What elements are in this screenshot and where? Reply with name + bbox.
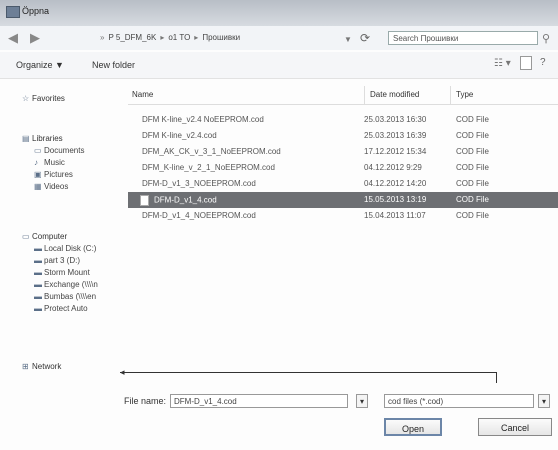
- file-row-selected[interactable]: DFM-D_v1_4.cod 15.05.2013 13:19 COD File: [128, 192, 558, 208]
- nav-favorites[interactable]: ☆ Favorites: [22, 94, 65, 103]
- network-drive-icon: ▬: [34, 268, 42, 277]
- file-name: DFM K-line_v2.4.cod: [142, 131, 217, 140]
- file-type: COD File: [456, 115, 489, 124]
- file-type: COD File: [456, 211, 489, 220]
- drive-icon: ▬: [34, 244, 42, 253]
- document-icon: ▭: [34, 146, 42, 155]
- network-drive-icon: ▬: [34, 292, 42, 301]
- column-header-type[interactable]: Type: [456, 90, 473, 99]
- filename-dropdown-icon[interactable]: ▾: [356, 394, 368, 408]
- nav-network[interactable]: ⊞ Network: [22, 362, 61, 371]
- file-list: Name Date modified Type DFM K-line_v2.4 …: [128, 86, 558, 372]
- file-date: 17.12.2012 15:34: [364, 147, 427, 156]
- file-type: COD File: [456, 179, 489, 188]
- file-name: DFM_K-line_v_2_1_NoEEPROM.cod: [142, 163, 275, 172]
- filetype-dropdown-icon[interactable]: ▾: [538, 394, 550, 408]
- preview-pane-icon[interactable]: [520, 56, 532, 70]
- file-date: 04.12.2012 14:20: [364, 179, 427, 188]
- dialog-footer: File name: DFM-D_v1_4.cod ▾ cod files (*…: [0, 392, 558, 450]
- back-arrow-icon[interactable]: ◀: [8, 30, 18, 46]
- column-header-name[interactable]: Name: [132, 90, 153, 99]
- nav-library-documents[interactable]: ▭ Documents: [34, 146, 84, 155]
- file-name: DFM-D_v1_4_NOEEPROM.cod: [142, 211, 256, 220]
- drive-icon: ▬: [34, 256, 42, 265]
- file-row[interactable]: DFM K-line_v2.4.cod 25.03.2013 16:39 COD…: [128, 128, 558, 144]
- network-drive-icon: ▬: [34, 280, 42, 289]
- file-name: DFM_AK_CK_v_3_1_NoEEPROM.cod: [142, 147, 281, 156]
- folder-open-icon: [6, 6, 20, 18]
- nav-drive[interactable]: ▬ Storm Mount: [34, 268, 90, 277]
- search-input[interactable]: Search Прошивки: [388, 31, 538, 45]
- help-icon[interactable]: ?: [540, 57, 546, 68]
- file-name: DFM-D_v1_4.cod: [140, 195, 217, 206]
- filetype-select[interactable]: cod files (*.cod): [384, 394, 534, 408]
- music-icon: ♪: [34, 158, 38, 167]
- file-icon: [140, 195, 149, 206]
- filename-label: File name:: [124, 396, 167, 406]
- horizontal-scrollbar[interactable]: ◂: [120, 367, 497, 383]
- file-row[interactable]: DFM-D_v1_4_NOEEPROM.cod 15.04.2013 11:07…: [128, 208, 558, 224]
- nav-library-videos[interactable]: ▦ Videos: [34, 182, 68, 191]
- file-row[interactable]: DFM K-line_v2.4 NoEEPROM.cod 25.03.2013 …: [128, 112, 558, 128]
- column-header-date[interactable]: Date modified: [370, 90, 419, 99]
- nav-library-music[interactable]: ♪ Music: [34, 158, 65, 167]
- views-icon[interactable]: ☷ ▾: [494, 58, 511, 69]
- open-button[interactable]: Open: [384, 418, 442, 436]
- breadcrumb-item[interactable]: P 5_DFM_6K: [108, 33, 156, 42]
- picture-icon: ▣: [34, 170, 42, 179]
- file-row[interactable]: DFM-D_v1_3_NOEEPROM.cod 04.12.2012 14:20…: [128, 176, 558, 192]
- forward-arrow-icon[interactable]: ▶: [30, 30, 40, 46]
- file-date: 15.05.2013 13:19: [364, 195, 427, 204]
- search-icon[interactable]: ⚲: [542, 32, 550, 45]
- network-icon: ⊞: [22, 362, 29, 371]
- nav-libraries[interactable]: ▤ Libraries: [22, 134, 63, 143]
- file-row[interactable]: DFM_K-line_v_2_1_NoEEPROM.cod 04.12.2012…: [128, 160, 558, 176]
- refresh-icon[interactable]: ⟳: [360, 31, 370, 45]
- filename-input[interactable]: DFM-D_v1_4.cod: [170, 394, 348, 408]
- breadcrumb-item[interactable]: Прошивки: [202, 33, 240, 42]
- file-date: 25.03.2013 16:39: [364, 131, 427, 140]
- nav-drive[interactable]: ▬ Protect Auto: [34, 304, 88, 313]
- window-title: Öppna: [22, 6, 50, 16]
- file-date: 25.03.2013 16:30: [364, 115, 427, 124]
- organize-button[interactable]: Organize ▼: [16, 60, 64, 70]
- file-type: COD File: [456, 195, 489, 204]
- file-list-header: Name Date modified Type: [128, 86, 558, 105]
- file-type: COD File: [456, 131, 489, 140]
- file-row[interactable]: DFM_AK_CK_v_3_1_NoEEPROM.cod 17.12.2012 …: [128, 144, 558, 160]
- breadcrumb-item[interactable]: o1 TO: [168, 33, 190, 42]
- video-icon: ▦: [34, 182, 42, 191]
- address-row: ◀ ▶ » P 5_DFM_6K ▸ o1 TO ▸ Прошивки ▼ ⟳ Searc…: [0, 26, 558, 50]
- breadcrumb[interactable]: » P 5_DFM_6K ▸ o1 TO ▸ Прошивки: [96, 31, 352, 45]
- file-name: DFM-D_v1_3_NOEEPROM.cod: [142, 179, 256, 188]
- file-type: COD File: [456, 147, 489, 156]
- new-folder-button[interactable]: New folder: [92, 60, 135, 70]
- star-icon: ☆: [22, 94, 30, 103]
- library-icon: ▤: [22, 134, 30, 143]
- scroll-left-icon[interactable]: ◂: [120, 367, 125, 378]
- nav-drive[interactable]: ▬ part 3 (D:): [34, 256, 80, 265]
- address-dropdown-icon[interactable]: ▼: [344, 35, 352, 44]
- nav-library-pictures[interactable]: ▣ Pictures: [34, 170, 73, 179]
- title-bar: Öppna: [0, 0, 558, 26]
- command-bar: Organize ▼ New folder ☷ ▾ ?: [0, 52, 558, 79]
- nav-computer[interactable]: ▭ Computer: [22, 232, 67, 241]
- file-date: 15.04.2013 11:07: [364, 211, 426, 220]
- drive-icon: ▬: [34, 304, 42, 313]
- cancel-button[interactable]: Cancel: [478, 418, 552, 436]
- computer-icon: ▭: [22, 232, 30, 241]
- file-date: 04.12.2012 9:29: [364, 163, 422, 172]
- nav-drive[interactable]: ▬ Exchange (\\\\n: [34, 280, 98, 289]
- navigation-pane: ☆ Favorites ▤ Libraries ▭ Documents ♪ Music …: [0, 80, 124, 372]
- file-type: COD File: [456, 163, 489, 172]
- nav-drive[interactable]: ▬ Bumbas (\\\\en: [34, 292, 96, 301]
- nav-drive[interactable]: ▬ Local Disk (C:): [34, 244, 96, 253]
- file-name: DFM K-line_v2.4 NoEEPROM.cod: [142, 115, 264, 124]
